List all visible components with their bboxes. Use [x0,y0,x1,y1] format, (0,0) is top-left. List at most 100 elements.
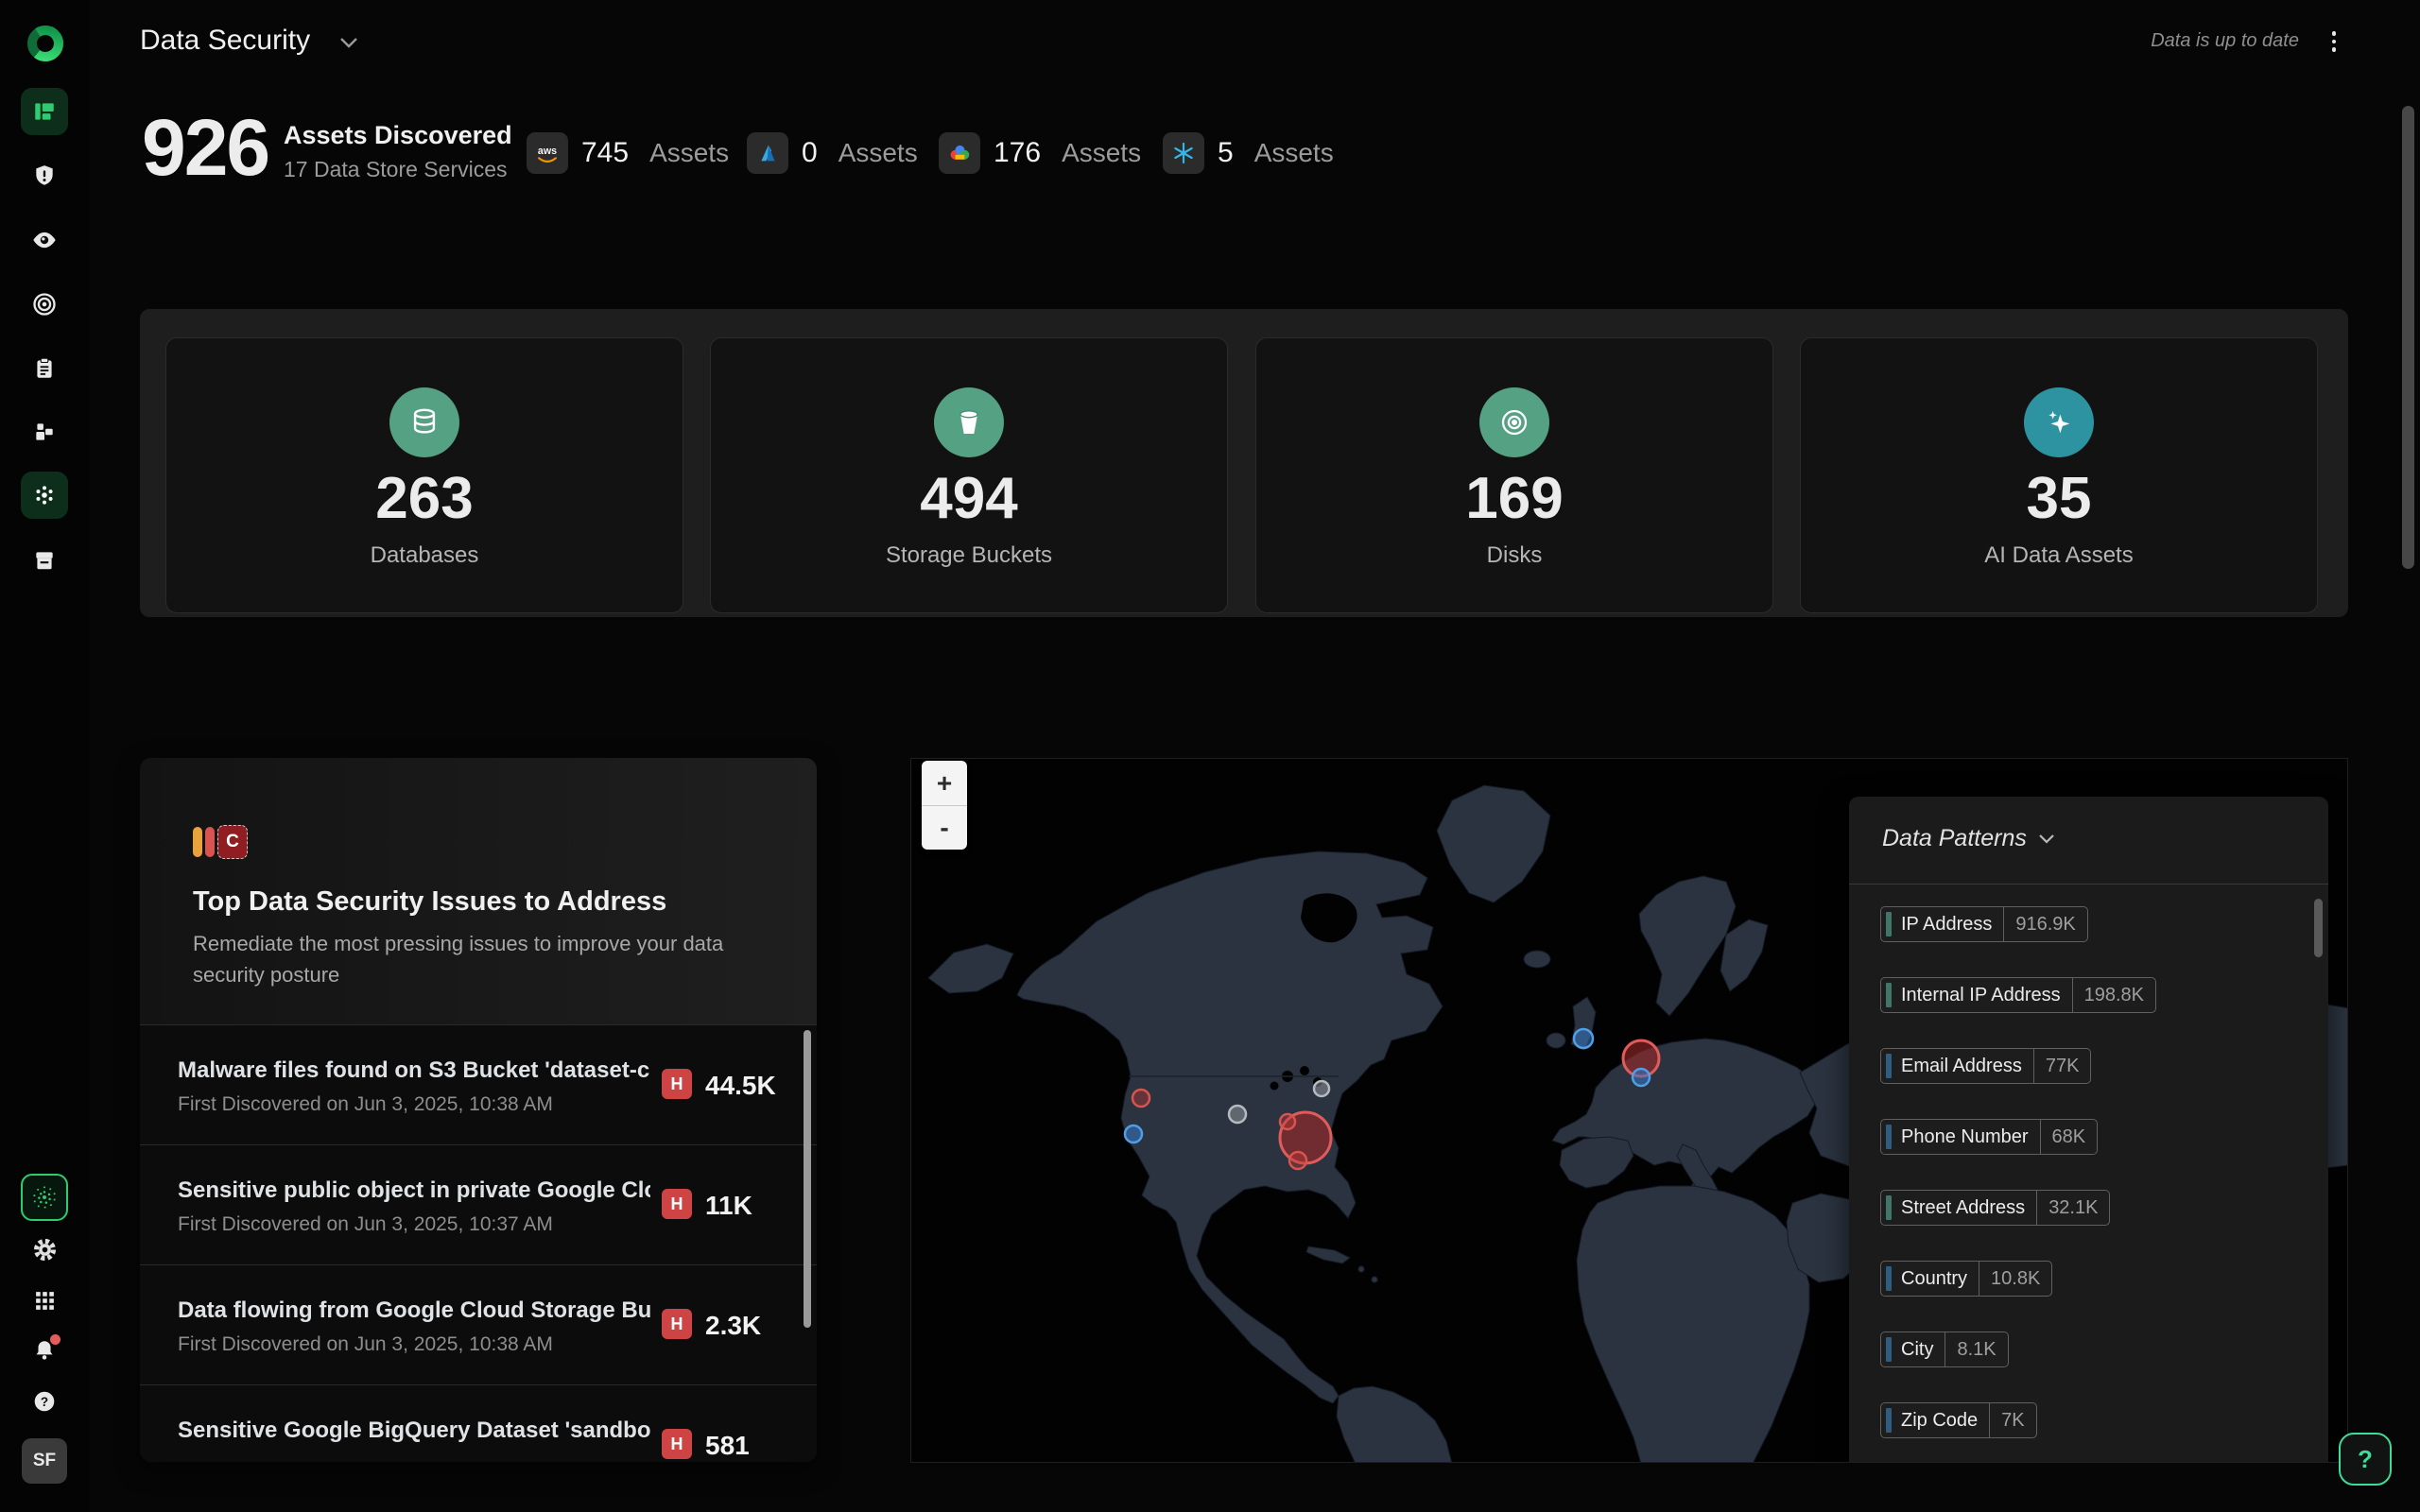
help-fab-button[interactable]: ? [2339,1433,2392,1486]
card-ai-data-assets[interactable]: 35 AI Data Assets [1800,337,2318,613]
settings-gear-icon [32,1237,58,1263]
azure-icon [747,132,788,174]
chevron-down-icon[interactable] [338,36,359,54]
map-data-point[interactable] [1574,1029,1593,1048]
sidebar-item-marketplace[interactable] [21,537,68,584]
data-patterns-title: Data Patterns [1882,825,2027,852]
provider-snowflake[interactable]: 5 Assets [1163,132,1334,174]
map-data-point[interactable] [1633,1069,1650,1086]
map-data-point[interactable] [1229,1106,1246,1123]
issue-count: 44.5K [705,1071,776,1101]
card-value: 169 [1256,465,1772,532]
issues-title: Top Data Security Issues to Address [193,886,666,918]
eye-icon [31,227,58,253]
shield-alert-icon [32,163,57,188]
severity-badge: H [662,1429,692,1459]
provider-aws[interactable]: aws 745 Assets [527,132,729,174]
criticality-icon: C [193,820,246,866]
issue-row[interactable]: Data flowing from Google Cloud Storage B… [140,1264,817,1384]
ai-burst-icon [31,482,58,508]
dashboard-icon [32,99,57,124]
sidebar-item-dashboard[interactable] [21,88,68,135]
pattern-chip-zip-code[interactable]: Zip Code 7K [1880,1402,2037,1438]
sidebar-item-ai-security[interactable] [21,472,68,519]
data-patterns-panel: Data Patterns IP Address 916.9K Internal… [1849,797,2328,1463]
card-storage-buckets[interactable]: 494 Storage Buckets [710,337,1228,613]
page-scrollbar[interactable] [2402,106,2414,569]
issue-row[interactable]: Sensitive public object in private Googl… [140,1144,817,1264]
sidebar-item-settings[interactable] [21,1226,68,1273]
provider-azure[interactable]: 0 Assets [747,132,918,174]
issue-row[interactable]: Sensitive Google BigQuery Dataset 'sandb… [140,1384,817,1462]
sidebar-item-ai-assistant[interactable] [21,1174,68,1221]
map-data-point[interactable] [1280,1114,1295,1129]
provider-gcp[interactable]: 176 Assets [939,132,1141,174]
world-map[interactable]: + - [910,758,2348,1463]
data-patterns-header[interactable]: Data Patterns [1882,825,2055,852]
svg-text:?: ? [41,1395,48,1409]
card-value: 494 [711,465,1227,532]
map-data-point[interactable] [1125,1125,1142,1143]
card-value: 35 [1801,465,2317,532]
patterns-scrollbar[interactable] [2314,899,2323,957]
blocks-icon [32,420,57,444]
kebab-menu-icon[interactable] [2322,26,2346,57]
pattern-chip-phone-number[interactable]: Phone Number 68K [1880,1119,2098,1155]
severity-badge: H [662,1069,692,1099]
issue-title[interactable]: Malware files found on S3 Bucket 'datase… [178,1057,650,1084]
severity-badge: H [662,1309,692,1339]
sidebar: ? SF [0,0,90,1512]
data-status-text: Data is up to date [2151,30,2299,52]
pattern-chip-street-address[interactable]: Street Address 32.1K [1880,1190,2110,1226]
storefront-icon [32,548,57,573]
map-data-point[interactable] [1314,1081,1329,1096]
assets-subtitle: 17 Data Store Services [284,157,508,182]
gcp-icon [939,132,980,174]
svg-text:aws: aws [538,146,557,157]
user-avatar[interactable]: SF [22,1438,67,1484]
pattern-chip-ip-address[interactable]: IP Address 916.9K [1880,906,2088,942]
help-icon: ? [32,1389,57,1414]
top-issues-panel: C Top Data Security Issues to Address Re… [140,758,817,1462]
provider-unit: Assets [838,138,918,168]
ai-assistant-icon [30,1183,59,1211]
notification-dot [50,1334,60,1345]
pattern-chip-email-address[interactable]: Email Address 77K [1880,1048,2091,1084]
provider-count: 0 [802,137,818,169]
card-databases[interactable]: 263 Databases [165,337,683,613]
database-icon [389,387,459,457]
issue-title[interactable]: Sensitive public object in private Googl… [178,1177,650,1204]
issue-row[interactable]: Malware files found on S3 Bucket 'datase… [140,1024,817,1144]
map-data-point[interactable] [1289,1152,1306,1169]
assets-title: Assets Discovered [284,121,512,150]
clipboard-icon [32,356,57,381]
zoom-in-button[interactable]: + [922,761,967,805]
issues-scrollbar[interactable] [804,1030,811,1328]
card-value: 263 [166,465,683,532]
chevron-down-icon [2038,833,2055,844]
sidebar-item-apps[interactable] [21,1277,68,1324]
sidebar-item-visibility[interactable] [21,216,68,264]
sidebar-item-detection[interactable] [21,281,68,328]
issue-title[interactable]: Sensitive Google BigQuery Dataset 'sandb… [178,1418,650,1444]
provider-unit: Assets [1062,138,1141,168]
zoom-out-button[interactable]: - [922,805,967,850]
card-label: Storage Buckets [711,542,1227,569]
sidebar-item-issues[interactable] [21,152,68,199]
pattern-chip-internal-ip-address[interactable]: Internal IP Address 198.8K [1880,977,2156,1013]
app-root: ? SF Data Security Data is up to date 92… [0,0,2420,1512]
brand-logo-icon[interactable] [25,23,66,64]
sidebar-item-help[interactable]: ? [21,1378,68,1425]
page-title[interactable]: Data Security [140,25,310,57]
pattern-chip-city[interactable]: City 8.1K [1880,1332,2009,1367]
sidebar-item-notifications[interactable] [21,1327,68,1374]
sidebar-item-integrations[interactable] [21,408,68,455]
map-data-point[interactable] [1132,1090,1150,1107]
issue-title[interactable]: Data flowing from Google Cloud Storage B… [178,1297,650,1324]
card-label: Databases [166,542,683,569]
pattern-chip-country[interactable]: Country 10.8K [1880,1261,2052,1297]
issue-discovered: First Discovered on Jun 3, 2025, 10:37 A… [178,1213,553,1236]
card-disks[interactable]: 169 Disks [1255,337,1773,613]
sidebar-item-reports[interactable] [21,345,68,392]
snowflake-icon [1163,132,1204,174]
